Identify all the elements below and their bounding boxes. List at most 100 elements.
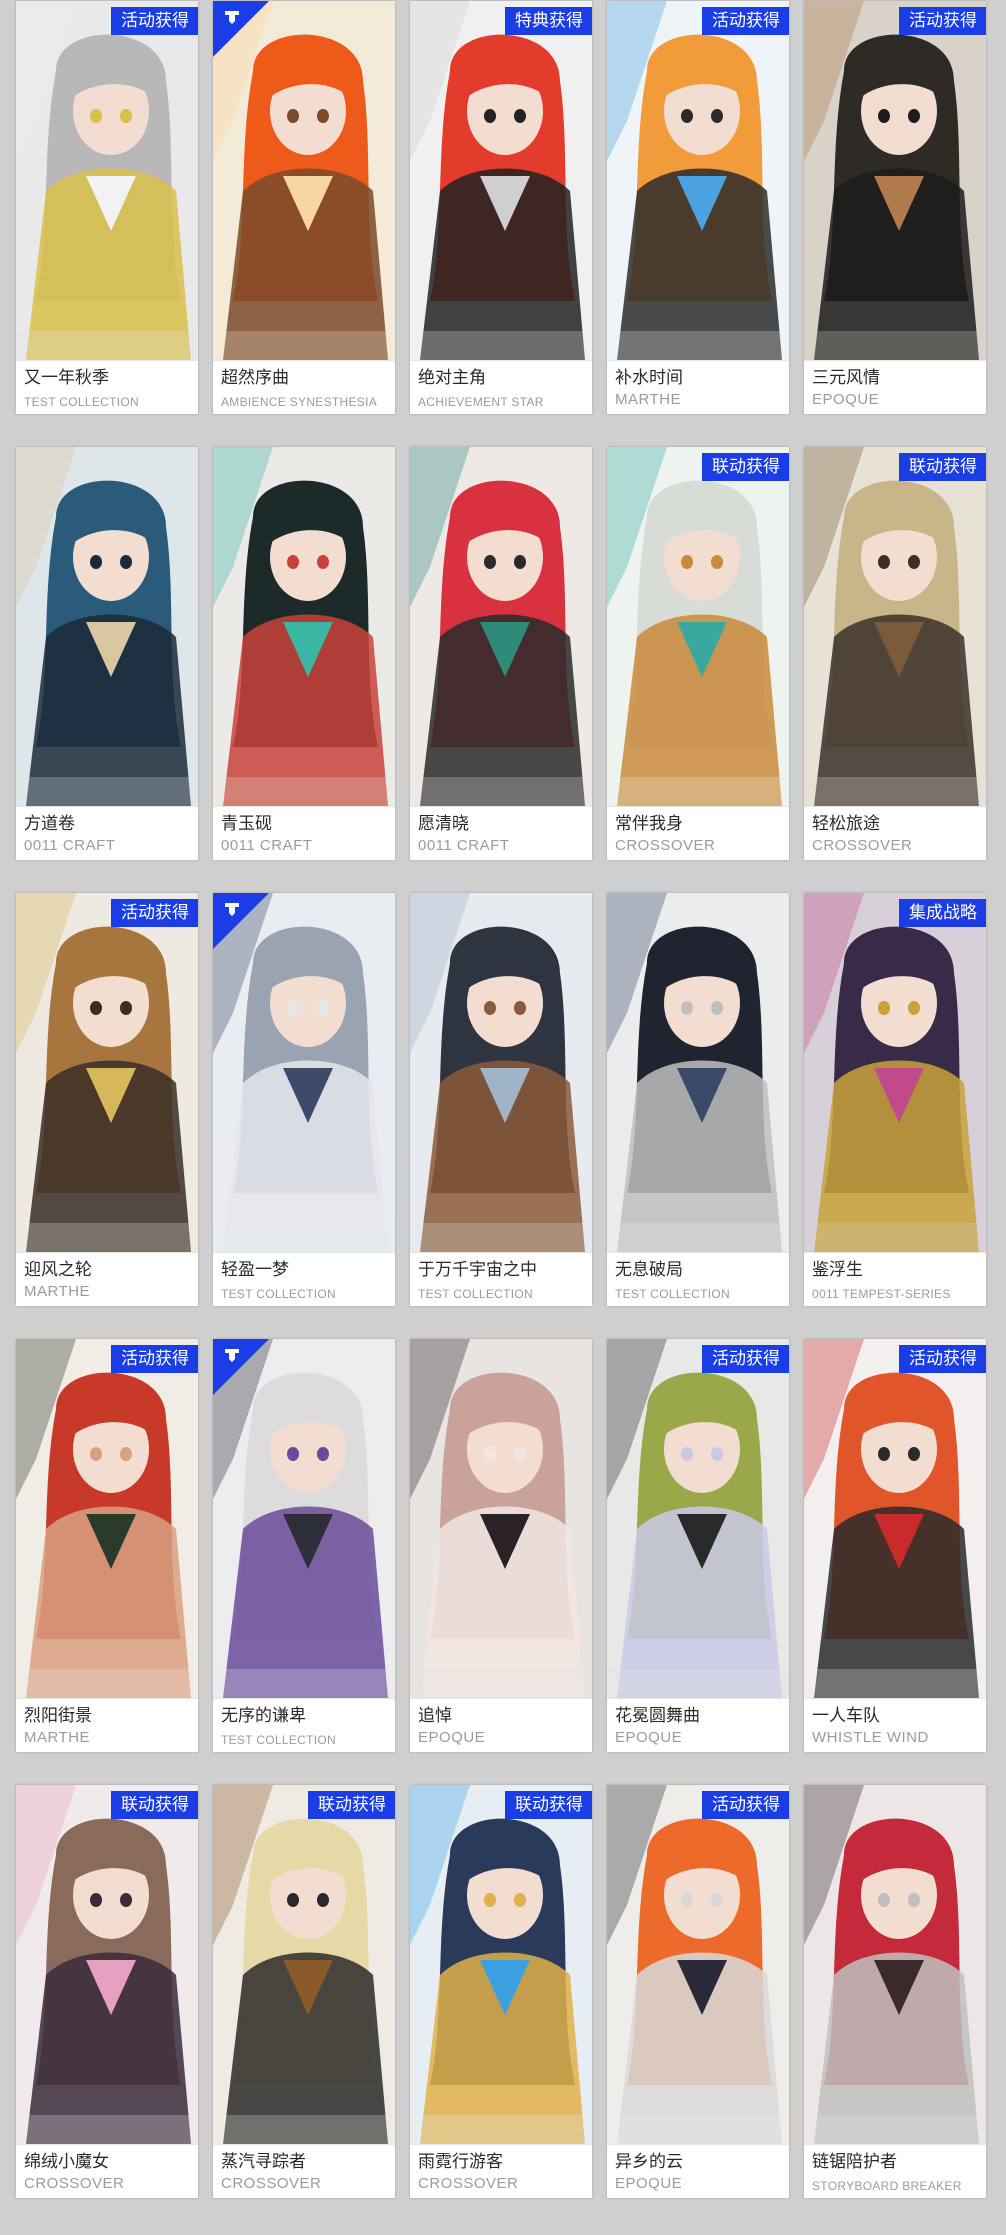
outfit-title: 补水时间	[615, 368, 683, 387]
outfit-card[interactable]: 活动获得 三元风情 EPOQUE	[804, 1, 986, 414]
outfit-series: TEST COLLECTION	[615, 1287, 730, 1301]
outfit-title: 轻松旅途	[812, 814, 880, 833]
card-caption: 超然序曲 AMBIENCE SYNESTHESIA	[213, 360, 395, 414]
source-badge: 活动获得	[899, 1345, 986, 1373]
outfit-title: 蒸汽寻踪者	[221, 2152, 306, 2171]
outfit-card[interactable]: 轻盈一梦 TEST COLLECTION	[213, 893, 395, 1306]
character-illustration	[607, 1785, 789, 2144]
outfit-artwork	[804, 1785, 986, 2144]
character-illustration	[804, 893, 986, 1252]
outfit-artwork	[804, 447, 986, 806]
outfit-card[interactable]: 集成战略 鉴浮生 0011 TEMPEST-SERIES	[804, 893, 986, 1306]
character-illustration	[410, 1, 592, 360]
source-badge: 特典获得	[505, 7, 592, 35]
outfit-card[interactable]: 特典获得 绝对主角 ACHIEVEMENT STAR	[410, 1, 592, 414]
outfit-title: 追悼	[418, 1706, 452, 1725]
outfit-card[interactable]: 于万千宇宙之中 TEST COLLECTION	[410, 893, 592, 1306]
outfit-card[interactable]: 联动获得 雨霓行游客 CROSSOVER	[410, 1785, 592, 2198]
outfit-card[interactable]: 无息破局 TEST COLLECTION	[607, 893, 789, 1306]
outfit-artwork	[16, 1, 198, 360]
outfit-series: TEST COLLECTION	[221, 1733, 336, 1747]
card-caption: 方道卷 0011 CRAFT	[16, 806, 198, 860]
outfit-card[interactable]: 无序的谦卑 TEST COLLECTION	[213, 1339, 395, 1752]
card-caption: 又一年秋季 TEST COLLECTION	[16, 360, 198, 414]
card-caption: 无序的谦卑 TEST COLLECTION	[213, 1698, 395, 1752]
outfit-series: WHISTLE WIND	[812, 1729, 929, 1746]
outfit-card[interactable]: 活动获得 花冕圆舞曲 EPOQUE	[607, 1339, 789, 1752]
source-badge: 联动获得	[899, 453, 986, 481]
character-illustration	[213, 1785, 395, 2144]
outfit-series: EPOQUE	[418, 1729, 486, 1746]
outfit-series: CROSSOVER	[221, 2175, 322, 2192]
outfit-series: EPOQUE	[615, 1729, 683, 1746]
outfit-artwork	[410, 1, 592, 360]
outfit-title: 方道卷	[24, 814, 75, 833]
outfit-card[interactable]: 方道卷 0011 CRAFT	[16, 447, 198, 860]
card-caption: 一人车队 WHISTLE WIND	[804, 1698, 986, 1752]
outfit-artwork	[804, 1339, 986, 1698]
outfit-card[interactable]: 超然序曲 AMBIENCE SYNESTHESIA	[213, 1, 395, 414]
card-caption: 愿清晓 0011 CRAFT	[410, 806, 592, 860]
character-illustration	[410, 893, 592, 1252]
character-illustration	[607, 447, 789, 806]
card-caption: 链锯陪护者 STORYBOARD BREAKER	[804, 2144, 986, 2198]
outfit-title: 三元风情	[812, 368, 880, 387]
outfit-artwork	[607, 1785, 789, 2144]
card-caption: 常伴我身 CROSSOVER	[607, 806, 789, 860]
outfit-series: CROSSOVER	[418, 2175, 519, 2192]
outfit-card[interactable]: 青玉砚 0011 CRAFT	[213, 447, 395, 860]
outfit-card[interactable]: 活动获得 迎风之轮 MARTHE	[16, 893, 198, 1306]
outfit-title: 一人车队	[812, 1706, 880, 1725]
ribbon-corner-icon	[213, 1, 269, 57]
card-caption: 蒸汽寻踪者 CROSSOVER	[213, 2144, 395, 2198]
source-badge: 集成战略	[899, 899, 986, 927]
outfit-title: 花冕圆舞曲	[615, 1706, 700, 1725]
card-caption: 轻松旅途 CROSSOVER	[804, 806, 986, 860]
outfit-title: 绵绒小魔女	[24, 2152, 109, 2171]
outfit-artwork	[16, 893, 198, 1252]
character-illustration	[804, 447, 986, 806]
card-caption: 雨霓行游客 CROSSOVER	[410, 2144, 592, 2198]
outfit-card[interactable]: 活动获得 一人车队 WHISTLE WIND	[804, 1339, 986, 1752]
card-caption: 绝对主角 ACHIEVEMENT STAR	[410, 360, 592, 414]
outfit-card[interactable]: 活动获得 又一年秋季 TEST COLLECTION	[16, 1, 198, 414]
card-caption: 烈阳街景 MARTHE	[16, 1698, 198, 1752]
outfit-card[interactable]: 活动获得 烈阳街景 MARTHE	[16, 1339, 198, 1752]
outfit-artwork	[607, 893, 789, 1252]
source-badge: 活动获得	[702, 1791, 789, 1819]
outfit-artwork	[804, 1, 986, 360]
card-caption: 鉴浮生 0011 TEMPEST-SERIES	[804, 1252, 986, 1306]
source-badge: 活动获得	[111, 1345, 198, 1373]
outfit-card[interactable]: 联动获得 轻松旅途 CROSSOVER	[804, 447, 986, 860]
outfit-series: 0011 CRAFT	[24, 837, 116, 854]
outfit-title: 异乡的云	[615, 2152, 683, 2171]
outfit-card[interactable]: 追悼 EPOQUE	[410, 1339, 592, 1752]
outfit-title: 青玉砚	[221, 814, 272, 833]
character-illustration	[804, 1339, 986, 1698]
outfit-artwork	[16, 1785, 198, 2144]
outfit-card[interactable]: 链锯陪护者 STORYBOARD BREAKER	[804, 1785, 986, 2198]
outfit-title: 雨霓行游客	[418, 2152, 503, 2171]
outfit-card[interactable]: 活动获得 补水时间 MARTHE	[607, 1, 789, 414]
source-badge: 联动获得	[111, 1791, 198, 1819]
outfit-title: 鉴浮生	[812, 1260, 863, 1279]
outfit-series: EPOQUE	[615, 2175, 683, 2192]
character-illustration	[410, 447, 592, 806]
outfit-series: MARTHE	[24, 1283, 91, 1300]
card-caption: 无息破局 TEST COLLECTION	[607, 1252, 789, 1306]
outfit-title: 轻盈一梦	[221, 1260, 289, 1279]
outfit-card[interactable]: 联动获得 常伴我身 CROSSOVER	[607, 447, 789, 860]
outfit-artwork	[16, 1339, 198, 1698]
outfit-card[interactable]: 联动获得 绵绒小魔女 CROSSOVER	[16, 1785, 198, 2198]
character-illustration	[607, 1, 789, 360]
outfit-series: TEST COLLECTION	[418, 1287, 533, 1301]
outfit-series: TEST COLLECTION	[221, 1287, 336, 1301]
character-illustration	[804, 1785, 986, 2144]
source-badge: 活动获得	[702, 1345, 789, 1373]
character-illustration	[16, 893, 198, 1252]
card-caption: 青玉砚 0011 CRAFT	[213, 806, 395, 860]
outfit-card[interactable]: 活动获得 异乡的云 EPOQUE	[607, 1785, 789, 2198]
outfit-card[interactable]: 愿清晓 0011 CRAFT	[410, 447, 592, 860]
card-caption: 绵绒小魔女 CROSSOVER	[16, 2144, 198, 2198]
outfit-card[interactable]: 联动获得 蒸汽寻踪者 CROSSOVER	[213, 1785, 395, 2198]
